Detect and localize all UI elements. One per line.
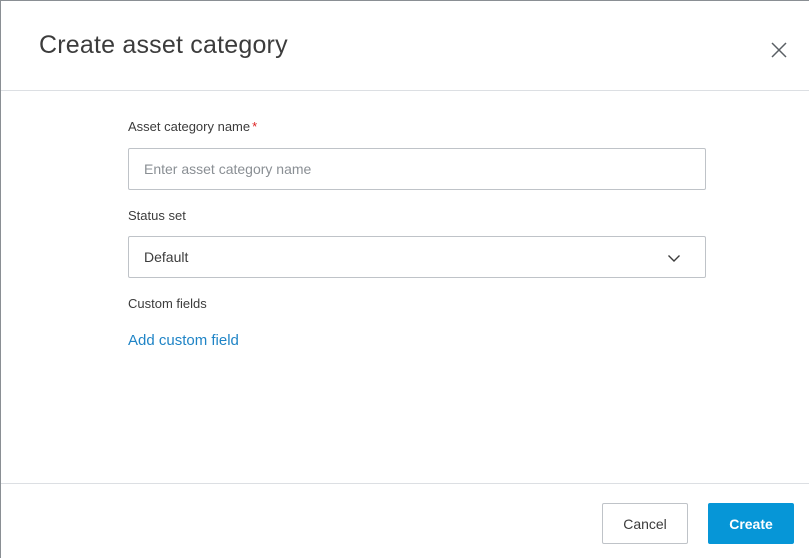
chevron-down-icon — [668, 255, 680, 262]
custom-fields-label: Custom fields — [128, 296, 207, 311]
create-asset-category-dialog: Create asset category Asset category nam… — [0, 0, 809, 558]
status-set-value: Default — [144, 249, 189, 265]
asset-category-name-label: Asset category name * — [128, 119, 257, 134]
status-set-select[interactable]: Default — [128, 236, 706, 278]
asset-category-name-input[interactable] — [128, 148, 706, 190]
add-custom-field-link[interactable]: Add custom field — [128, 332, 239, 349]
dialog-title: Create asset category — [39, 31, 288, 59]
close-button[interactable] — [768, 39, 790, 61]
asset-category-name-label-text: Asset category name — [128, 119, 251, 134]
create-button[interactable]: Create — [708, 503, 794, 544]
dialog-footer: Cancel Create — [1, 483, 809, 559]
dialog-body: Asset category name* Status set Default … — [1, 91, 809, 483]
dialog-header: Create asset category — [1, 1, 809, 91]
cancel-button[interactable]: Cancel — [602, 503, 688, 544]
status-set-label: Status set — [128, 208, 186, 223]
required-marker: * — [252, 119, 258, 134]
close-icon — [771, 42, 787, 58]
